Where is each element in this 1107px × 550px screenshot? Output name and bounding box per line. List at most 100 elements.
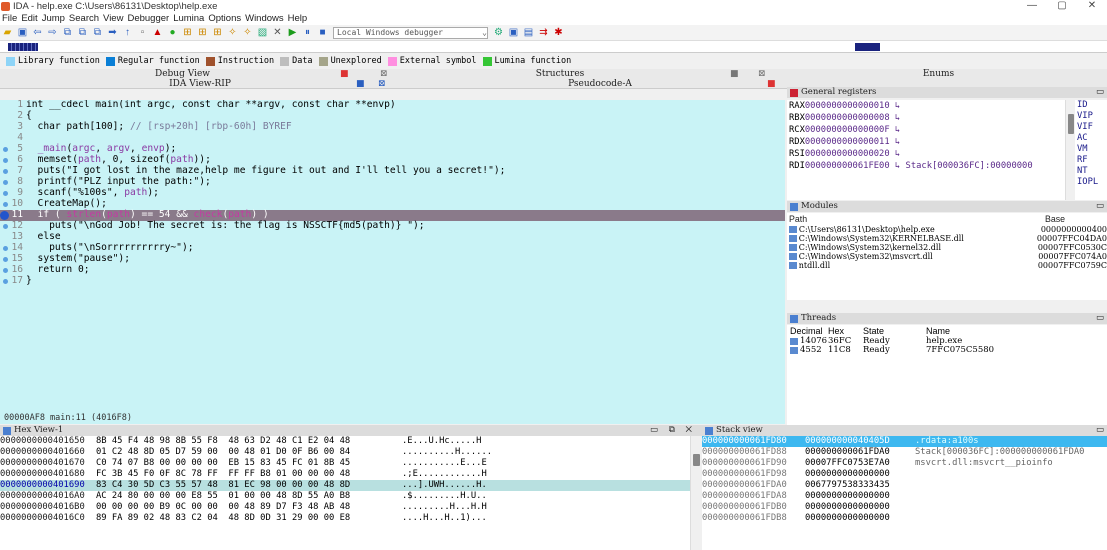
patch-icon[interactable]: ✧ — [241, 27, 254, 39]
module-row[interactable]: C:\Users\86131\Desktop\help.exe 000000000… — [787, 225, 1107, 234]
delete-icon[interactable]: ✕ — [271, 27, 284, 39]
scrollbar-thumb[interactable] — [1068, 114, 1074, 134]
close-button[interactable]: ✕ — [1077, 0, 1107, 12]
save-icon[interactable]: ▣ — [16, 27, 29, 39]
stop-icon[interactable]: ■ — [316, 27, 329, 39]
stack-row[interactable]: 000000000061FDB0 0000000000000000 — [702, 502, 1107, 513]
stack-row-current[interactable]: 000000000061FD80 000000000040405D .rdata:a… — [702, 436, 1107, 447]
stack-row[interactable]: 000000000061FDA8 0000000000000000 — [702, 491, 1107, 502]
maximize-icon[interactable]: ▭ — [1096, 425, 1104, 436]
breakpoint-dot[interactable] — [3, 257, 8, 262]
stack-row[interactable]: 000000000061FD98 0000000000000000 — [702, 469, 1107, 480]
xref2-icon[interactable]: ⊞ — [196, 27, 209, 39]
menu-debugger[interactable]: Debugger — [125, 13, 171, 24]
tab-structures[interactable]: Structures — [370, 69, 750, 79]
close-icon[interactable]: ■ — [730, 69, 739, 79]
hex-scrollbar[interactable] — [690, 436, 702, 550]
breakpoint-dot[interactable] — [3, 158, 8, 163]
menu-options[interactable]: Options — [206, 13, 243, 24]
breakpoint-dot[interactable] — [3, 191, 8, 196]
menu-file[interactable]: File — [0, 13, 19, 24]
hex-row[interactable]: 0000000000401650 8B 45 F4 48 98 8B 55 F8 … — [0, 436, 690, 447]
hex-row[interactable]: 00000000004016C0 89 FA 89 02 48 83 C2 04 … — [0, 513, 690, 524]
code-line[interactable]: 17} — [0, 275, 785, 287]
hex-row[interactable]: 0000000000401670 C0 74 07 B8 00 00 00 00 … — [0, 458, 690, 469]
hex-row-selected[interactable]: 0000000000401690 83 C4 30 5D C3 55 57 48 … — [0, 480, 690, 491]
register-row[interactable]: RCX000000000000000F ↳ — [787, 124, 1065, 136]
breakpoint-dot[interactable] — [3, 169, 8, 174]
code-line[interactable]: 12 puts("\nGod Job! The secret is: the f… — [0, 220, 785, 232]
register-row[interactable]: RSI0000000000000020 ↳ — [787, 148, 1065, 160]
run-icon[interactable]: ▶ — [286, 27, 299, 39]
code-line[interactable]: 9 scanf("%100s", path); — [0, 187, 785, 199]
open-icon[interactable]: ▰ — [1, 27, 14, 39]
step-icon[interactable]: ⇉ — [537, 27, 550, 39]
hex-row[interactable]: 00000000004016B0 00 00 00 00 B9 0C 00 00 … — [0, 502, 690, 513]
register-row[interactable]: RAX0000000000000010 ↳ — [787, 100, 1065, 112]
minimize-button[interactable]: — — [1017, 0, 1047, 12]
menu-search[interactable]: Search — [67, 13, 101, 24]
image-icon[interactable]: ▧ — [256, 27, 269, 39]
registers-panel[interactable]: RAX0000000000000010 ↳ RBX000000000000000… — [787, 100, 1065, 200]
breakpoint-dot[interactable] — [3, 147, 8, 152]
modules-list[interactable]: Path Base C:\Users\86131\Desktop\help.ex… — [787, 213, 1107, 300]
stack-row[interactable]: 000000000061FDA0 0067797538333435 — [702, 480, 1107, 491]
navigation-band[interactable] — [0, 40, 1107, 53]
registers-scrollbar[interactable] — [1065, 100, 1075, 200]
next-code-icon[interactable]: ➡ — [106, 27, 119, 39]
menu-lumina[interactable]: Lumina — [171, 13, 206, 24]
xref-icon[interactable]: ⊞ — [181, 27, 194, 39]
up-arrow-icon[interactable]: ↑ — [121, 27, 134, 39]
thread-row[interactable]: 4552 11C8 Ready 7FFC075C5580 — [787, 346, 1107, 355]
pseudocode-view[interactable]: 1 int __cdecl main(int argc, const char *… — [0, 100, 785, 422]
code-line[interactable]: 3 char path[100]; // [rsp+20h] [rbp-60h]… — [0, 121, 785, 133]
hex-view[interactable]: 0000000000401650 8B 45 F4 48 98 8B 55 F8 … — [0, 436, 690, 550]
menu-help[interactable]: Help — [286, 13, 310, 24]
tab-pseudocode-a[interactable]: Pseudocode-A — [400, 79, 800, 89]
tab-enums[interactable]: Enums — [770, 69, 1107, 79]
hex-row[interactable]: 0000000000401680 FC 3B 45 F0 0F 8C 78 FF … — [0, 469, 690, 480]
breakpoint-dot[interactable] — [3, 268, 8, 273]
module-row[interactable]: C:\Windows\System32\msvcrt.dll 00007FFC07… — [787, 252, 1107, 261]
debugger-select[interactable]: Local Windows debugger ⌄ — [333, 26, 488, 39]
menu-jump[interactable]: Jump — [40, 13, 67, 24]
imm-search-icon[interactable]: ⧉ — [91, 27, 104, 39]
column-header-path[interactable]: Path — [789, 213, 1045, 225]
stack-row[interactable]: 000000000061FD88 000000000061FDA0 Stack[00… — [702, 447, 1107, 458]
tab-debug-view[interactable]: Debug View — [0, 69, 365, 79]
attach-icon[interactable]: ⚙ — [492, 27, 505, 39]
process-icon[interactable]: ▣ — [507, 27, 520, 39]
register-row[interactable]: RBX0000000000000008 ↳ — [787, 112, 1065, 124]
module-row[interactable]: C:\Windows\System32\KERNELBASE.dll 00007F… — [787, 234, 1107, 243]
trace-icon[interactable]: ✱ — [552, 27, 565, 39]
code-line[interactable]: 16 return 0; — [0, 264, 785, 276]
hex-row[interactable]: 00000000004016A0 AC 24 80 00 00 00 E8 55 … — [0, 491, 690, 502]
stack-row[interactable]: 000000000061FD90 00007FFC0753E7A0 msvcrt.d… — [702, 458, 1107, 469]
register-row[interactable]: RDI000000000061FE00 ↳ Stack[000036FC]:00… — [787, 160, 1065, 172]
threads-list[interactable]: Decimal Hex State Name 14076 36FC Ready hel… — [787, 325, 1107, 425]
struct-icon[interactable]: ⊞ — [211, 27, 224, 39]
stack-row[interactable]: 000000000061FDB8 0000000000000000 — [702, 513, 1107, 524]
maximize-icon[interactable]: ▭ — [1096, 87, 1104, 98]
pane-controls-icon[interactable]: ▭ ⧉ ✕ — [650, 425, 696, 436]
breakpoint-dot[interactable] — [3, 180, 8, 185]
close-icon[interactable]: ■ — [340, 69, 349, 79]
plugin-icon[interactable]: ✧ — [226, 27, 239, 39]
scrollbar-thumb[interactable] — [693, 454, 700, 466]
breakpoint-list-icon[interactable]: ▤ — [522, 27, 535, 39]
maximize-button[interactable]: ▢ — [1047, 0, 1077, 12]
code-line[interactable]: 1 int __cdecl main(int argc, const char *… — [0, 100, 785, 111]
close-icon[interactable]: ■ — [356, 79, 365, 89]
graph-icon[interactable]: ▲ — [151, 27, 164, 39]
menu-view[interactable]: View — [101, 13, 125, 24]
hex-row[interactable]: 0000000000401660 01 C2 48 8D 05 D7 59 00 … — [0, 447, 690, 458]
back-icon[interactable]: ⇦ — [31, 27, 44, 39]
menu-windows[interactable]: Windows — [243, 13, 286, 24]
maximize-icon[interactable]: ▭ — [1096, 313, 1104, 324]
text-search-icon[interactable]: ⧉ — [76, 27, 89, 39]
forward-icon[interactable]: ⇨ — [46, 27, 59, 39]
breakpoint-dot[interactable] — [3, 202, 8, 207]
binary-search-icon[interactable]: ⧉ — [61, 27, 74, 39]
stack-view[interactable]: 000000000061FD80 000000000040405D .rdata:a… — [702, 436, 1107, 550]
module-row[interactable]: C:\Windows\System32\kernel32.dll 00007FFC… — [787, 243, 1107, 252]
